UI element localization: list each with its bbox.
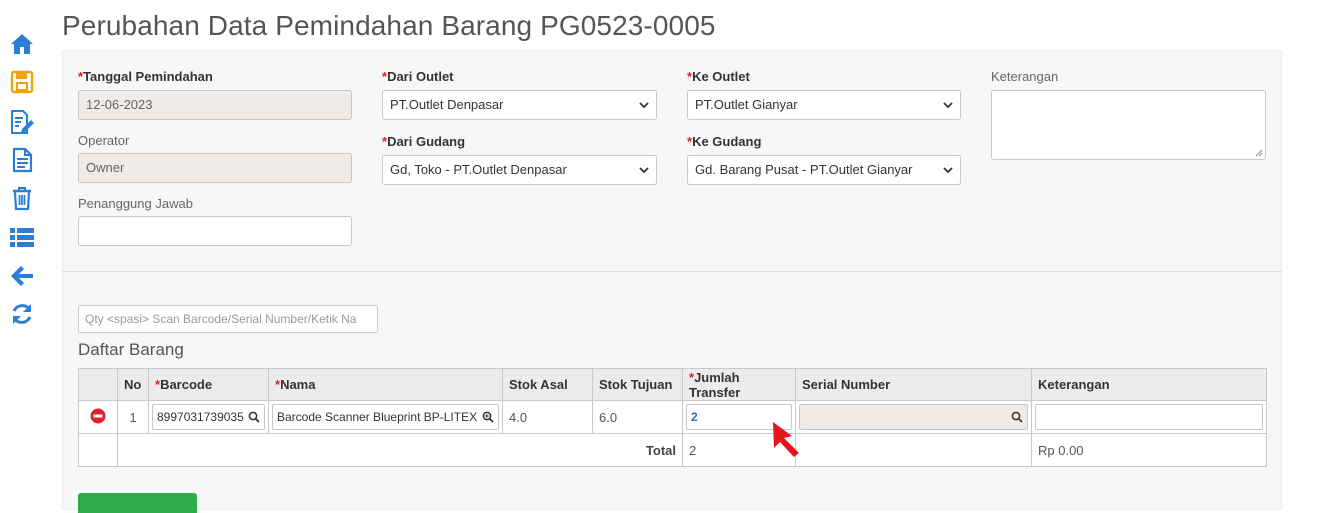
header-stok-asal: Stok Asal: [502, 368, 593, 401]
sidebar: [0, 0, 44, 502]
serial-number-input[interactable]: [799, 404, 1028, 430]
total-row: Total 2 Rp 0.00: [78, 433, 1267, 467]
row-keterangan-input[interactable]: [1035, 404, 1263, 430]
scan-barcode-input[interactable]: Qty <spasi> Scan Barcode/Serial Number/K…: [78, 305, 378, 333]
nama-input[interactable]: Barcode Scanner Blueprint BP-LITEX: [272, 404, 499, 430]
header-keterangan: Keterangan: [1031, 368, 1267, 401]
dari-gudang-select[interactable]: Gd, Toko - PT.Outlet Denpasar: [382, 155, 657, 185]
ke-outlet-select[interactable]: PT.Outlet Gianyar: [687, 90, 961, 120]
total-empty-cell: [78, 433, 118, 467]
header-jumlah-transfer: *Jumlah Transfer: [682, 368, 796, 401]
dari-gudang-label: *Dari Gudang: [382, 134, 466, 149]
section-divider: [62, 271, 1282, 272]
ke-outlet-value: PT.Outlet Gianyar: [695, 97, 798, 112]
tanggal-label: *Tanggal Pemindahan: [78, 69, 213, 84]
stok-asal-cell: 4.0: [502, 400, 593, 434]
header-no: No: [117, 368, 149, 401]
ke-gudang-select[interactable]: Gd. Barang Pusat - PT.Outlet Gianyar: [687, 155, 961, 185]
edit-document-icon[interactable]: [9, 109, 35, 135]
chevron-down-icon: [639, 102, 649, 109]
save-icon[interactable]: [9, 69, 35, 95]
dari-gudang-value: Gd, Toko - PT.Outlet Denpasar: [390, 162, 567, 177]
total-keterangan: Rp 0.00: [1031, 433, 1267, 467]
green-action-button[interactable]: [78, 493, 197, 513]
ke-gudang-value: Gd. Barang Pusat - PT.Outlet Gianyar: [695, 162, 913, 177]
keterangan-textarea[interactable]: [991, 90, 1266, 160]
remove-cell: [78, 400, 118, 434]
trash-icon[interactable]: [9, 185, 35, 211]
tanggal-field[interactable]: 12-06-2023: [78, 90, 352, 120]
chevron-down-icon: [943, 102, 953, 109]
list-icon[interactable]: [9, 224, 35, 250]
remove-row-icon[interactable]: [90, 408, 106, 424]
header-action: [78, 368, 118, 401]
total-serial-empty: [795, 433, 1032, 467]
dari-outlet-value: PT.Outlet Denpasar: [390, 97, 504, 112]
table-row: 1 8997031739035 Barcode Scanner Blueprin…: [78, 400, 1267, 434]
back-arrow-icon[interactable]: [9, 263, 35, 289]
document-icon[interactable]: [9, 147, 35, 173]
dari-outlet-select[interactable]: PT.Outlet Denpasar: [382, 90, 657, 120]
total-label: Total: [117, 433, 683, 467]
keterangan-label: Keterangan: [991, 69, 1059, 84]
penanggung-field[interactable]: [78, 216, 352, 246]
stok-tujuan-cell: 6.0: [592, 400, 683, 434]
operator-label: Operator: [78, 133, 130, 148]
home-icon[interactable]: [9, 31, 35, 57]
resize-handle-icon[interactable]: [1255, 149, 1263, 157]
search-icon[interactable]: [1011, 411, 1023, 423]
pointer-arrow-icon: [773, 422, 799, 457]
keterangan-cell: [1031, 400, 1267, 434]
search-icon[interactable]: [248, 411, 260, 423]
search-detail-icon[interactable]: [482, 411, 494, 423]
page-title: Perubahan Data Pemindahan Barang PG0523-…: [62, 10, 716, 41]
header-barcode: *Barcode: [148, 368, 269, 401]
penanggung-label: Penanggung Jawab: [78, 196, 193, 211]
row-no: 1: [117, 400, 149, 434]
ke-gudang-label: *Ke Gudang: [687, 134, 762, 149]
chevron-down-icon: [943, 167, 953, 174]
barcode-input[interactable]: 8997031739035: [152, 404, 265, 430]
table-header-row: No *Barcode *Nama Stok Asal Stok Tujuan …: [78, 368, 1267, 401]
chevron-down-icon: [639, 167, 649, 174]
dari-outlet-label: *Dari Outlet: [382, 69, 454, 84]
header-stok-tujuan: Stok Tujuan: [592, 368, 683, 401]
nama-cell: Barcode Scanner Blueprint BP-LITEX: [268, 400, 503, 434]
header-nama: *Nama: [268, 368, 503, 401]
barcode-cell: 8997031739035: [148, 400, 269, 434]
ke-outlet-label: *Ke Outlet: [687, 69, 750, 84]
barcode-value: 8997031739035: [157, 410, 244, 424]
refresh-icon[interactable]: [9, 301, 35, 327]
operator-field[interactable]: Owner: [78, 153, 352, 183]
header-serial-number: Serial Number: [795, 368, 1032, 401]
nama-value: Barcode Scanner Blueprint BP-LITEX: [277, 410, 478, 424]
serial-cell: [795, 400, 1032, 434]
items-table: No *Barcode *Nama Stok Asal Stok Tujuan …: [78, 368, 1267, 467]
daftar-barang-title: Daftar Barang: [78, 340, 184, 359]
